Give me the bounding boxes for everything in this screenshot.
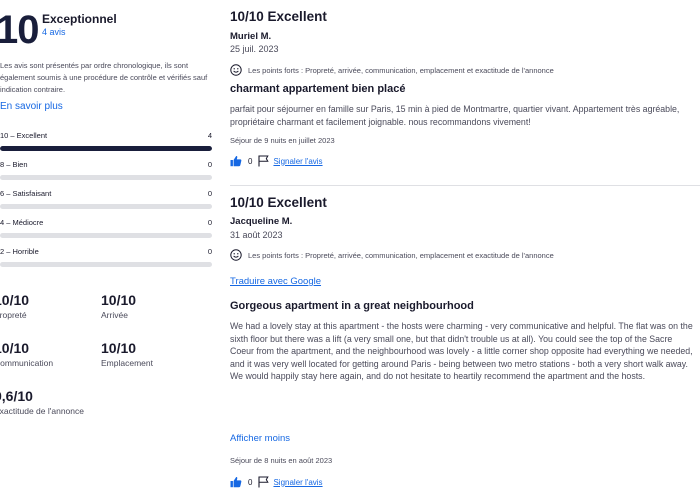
sub-score-label: Arrivée (101, 310, 128, 320)
sub-score-label: Exactitude de l'annonce (0, 406, 84, 416)
rating-bar-track (0, 204, 212, 209)
learn-more-link[interactable]: En savoir plus (0, 101, 63, 112)
review-strengths: Les points forts : Propreté, arrivée, co… (230, 249, 554, 261)
review-card: 10/10 Excellent Jacqueline M. 31 août 20… (230, 186, 700, 500)
translate-link[interactable]: Traduire avec Google (230, 276, 321, 287)
rating-bar-label: 6 – Satisfaisant (0, 189, 52, 198)
overall-score: 10 (0, 8, 39, 52)
sub-score-communication: 10/10 Communication (0, 340, 94, 368)
rating-bar-count: 0 (207, 160, 212, 169)
thumbs-up-icon[interactable] (230, 155, 242, 167)
sub-score-value: 10/10 (101, 340, 137, 356)
sub-score-label: Propreté (0, 310, 27, 320)
review-author: Muriel M. (230, 31, 272, 42)
rating-bar-track (0, 146, 212, 151)
review-actions: 0 Signaler l'avis (230, 476, 323, 488)
sub-score-value: 10/10 (101, 292, 137, 308)
sub-score-label: Communication (0, 358, 54, 368)
review-stay-info: Séjour de 8 nuits en août 2023 (230, 456, 333, 465)
review-strengths-text: Les points forts : Propreté, arrivée, co… (248, 65, 554, 75)
review-title: 10/10 Excellent (230, 9, 327, 24)
reviews-disclaimer: Les avis sont présentés par ordre chrono… (0, 61, 208, 94)
sub-score-value: 9,6/10 (0, 388, 33, 404)
sub-score-location: 10/10 Emplacement (101, 340, 201, 368)
rating-bar-label: 8 – Bien (0, 160, 28, 169)
review-strengths-text: Les points forts : Propreté, arrivée, co… (248, 250, 554, 260)
rating-bar-count: 0 (207, 247, 212, 256)
rating-bar-label: 4 – Médiocre (0, 218, 44, 227)
review-actions: 0 Signaler l'avis (230, 155, 323, 167)
review-strengths: Les points forts : Propreté, arrivée, co… (230, 64, 554, 76)
review-count-link[interactable]: 4 avis (42, 27, 66, 37)
report-review-link[interactable]: Signaler l'avis (273, 478, 322, 487)
report-review-link[interactable]: Signaler l'avis (273, 157, 322, 166)
rating-bar-satisfying: 6 – Satisfaisant 0 (0, 189, 212, 213)
smiley-face-icon (230, 64, 242, 76)
sub-score-accuracy: 9,6/10 Exactitude de l'annonce (0, 388, 94, 416)
overall-score-label: Exceptionnel (42, 12, 117, 26)
rating-bar-count: 0 (207, 218, 212, 227)
smiley-face-icon (230, 249, 242, 261)
helpful-count: 0 (248, 477, 253, 487)
review-date: 25 juil. 2023 (230, 44, 279, 54)
rating-summary-panel: 10 Exceptionnel 4 avis Les avis sont pré… (0, 0, 215, 500)
rating-bar-label: 10 – Excellent (0, 131, 48, 140)
review-headline: Gorgeous apartment in a great neighbourh… (230, 300, 474, 312)
review-title: 10/10 Excellent (230, 195, 327, 210)
flag-icon[interactable] (258, 155, 270, 167)
flag-icon[interactable] (258, 476, 270, 488)
helpful-count: 0 (248, 156, 253, 166)
review-author: Jacqueline M. (230, 216, 293, 227)
rating-bar-track (0, 233, 212, 238)
review-card: 10/10 Excellent Muriel M. 25 juil. 2023 … (230, 0, 700, 180)
show-less-link[interactable]: Afficher moins (230, 433, 290, 444)
rating-bar-mediocre: 4 – Médiocre 0 (0, 218, 212, 242)
sub-score-value: 10/10 (0, 292, 30, 308)
review-stay-info: Séjour de 9 nuits en juillet 2023 (230, 136, 335, 145)
review-body: parfait pour séjourner en famille sur Pa… (230, 104, 680, 127)
sub-score-checkin: 10/10 Arrivée (101, 292, 201, 320)
sub-score-value: 10/10 (0, 340, 30, 356)
rating-bar-label: 2 – Horrible (0, 247, 39, 256)
review-date: 31 août 2023 (230, 230, 283, 240)
review-body: We had a lovely stay at this apartment -… (230, 321, 693, 381)
rating-bar-track (0, 175, 212, 180)
sub-score-label: Emplacement (101, 358, 153, 368)
rating-bar-count: 4 (207, 131, 212, 140)
rating-bar-track (0, 262, 212, 267)
thumbs-up-icon[interactable] (230, 476, 242, 488)
rating-bar-fill (0, 146, 212, 151)
review-headline: charmant appartement bien placé (230, 83, 406, 95)
rating-bar-excellent: 10 – Excellent 4 (0, 131, 212, 155)
rating-bar-horrible: 2 – Horrible 0 (0, 247, 212, 271)
rating-bar-count: 0 (207, 189, 212, 198)
sub-score-cleanliness: 10/10 Propreté (0, 292, 94, 320)
rating-bar-good: 8 – Bien 0 (0, 160, 212, 184)
